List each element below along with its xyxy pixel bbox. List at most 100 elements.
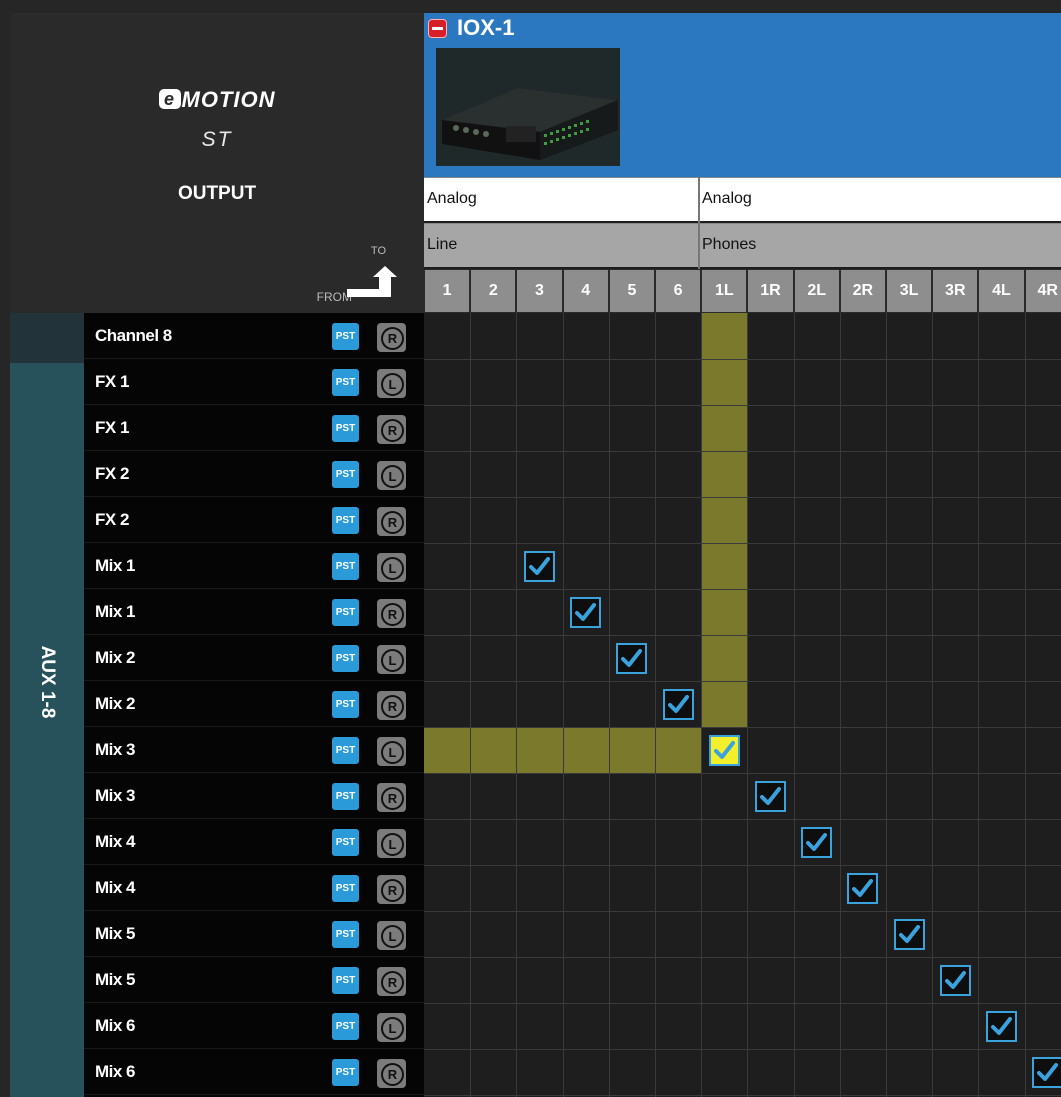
grid-column-line [793,313,795,1097]
column-header-2r[interactable]: 2R [840,270,885,312]
route-checkbox[interactable] [986,1010,1017,1042]
pst-button[interactable]: PST [332,507,359,534]
left-channel-icon[interactable]: L [377,369,406,398]
pst-button[interactable]: PST [332,1059,359,1086]
source-row-label: FX 1 [95,418,129,437]
pst-button[interactable]: PST [332,737,359,764]
remove-device-icon[interactable] [428,19,447,38]
right-channel-icon[interactable]: R [377,875,406,904]
route-checkbox[interactable] [801,826,833,858]
bus-group-phones: Phones [699,223,1061,267]
pst-button[interactable]: PST [332,921,359,948]
routing-grid[interactable] [424,313,1061,1097]
grid-column-line [516,313,518,1097]
grid-row-line [424,957,1061,958]
route-checkbox[interactable] [524,550,555,582]
device-image [436,48,620,166]
pst-button[interactable]: PST [332,645,359,672]
right-channel-icon[interactable]: R [377,415,406,444]
checkmark-icon [852,878,874,897]
grid-column-line [747,313,749,1097]
pst-button[interactable]: PST [332,783,359,810]
left-channel-icon[interactable]: L [377,737,406,766]
to-from-arrow-icon [347,266,397,297]
right-channel-icon[interactable]: R [377,783,406,812]
checkmark-icon [713,740,735,759]
column-header-1[interactable]: 1 [425,270,470,312]
route-checkbox[interactable] [893,918,925,950]
source-row-label: Mix 5 [95,970,136,989]
left-channel-icon[interactable]: L [377,645,406,674]
column-header-4[interactable]: 4 [563,270,608,312]
column-header-1r[interactable]: 1R [748,270,793,312]
grid-column-line [886,313,887,1097]
aux-group-strip [10,363,84,1097]
source-row: Mix 2 PST L [84,635,424,681]
column-header-3r[interactable]: 3R [933,270,978,312]
source-row-label: Mix 2 [95,694,136,713]
right-channel-icon[interactable]: R [377,691,406,720]
column-header-1l[interactable]: 1L [702,270,747,312]
grid-row-line [424,635,1061,636]
grid-row-line [424,1095,1061,1096]
source-row: Mix 5 PST L [84,911,424,957]
route-checkbox[interactable] [570,596,602,628]
left-channel-icon[interactable]: L [377,553,406,582]
column-header-4l[interactable]: 4L [979,270,1024,312]
logo-subtitle: ST [201,128,233,151]
right-channel-icon[interactable]: R [377,599,406,628]
pst-button[interactable]: PST [332,829,359,856]
pst-button[interactable]: PST [332,1013,359,1040]
pst-button[interactable]: PST [332,967,359,994]
grid-row-line [424,1003,1061,1004]
left-channel-icon[interactable]: L [377,1013,406,1042]
source-row: Mix 5 PST R [84,957,424,1003]
output-header: e MOTION ST OUTPUT TO FROM [10,13,424,313]
grid-column-line [978,313,980,1097]
section-title: OUTPUT [177,183,257,204]
route-checkbox[interactable] [662,688,694,720]
route-checkbox[interactable] [1032,1056,1061,1088]
route-checkbox[interactable] [939,964,971,996]
column-header-3[interactable]: 3 [517,270,562,312]
column-header-2l[interactable]: 2L [794,270,839,312]
source-row-label: Mix 4 [95,832,136,851]
pst-button[interactable]: PST [332,323,359,350]
grid-row-line [424,497,1061,498]
column-header-6[interactable]: 6 [656,270,701,312]
left-channel-icon[interactable]: L [377,921,406,950]
column-header-3l[interactable]: 3L [887,270,932,312]
grid-column-line [562,313,564,1097]
device-name: IOX-1 [457,15,515,40]
route-checkbox[interactable] [616,642,648,674]
column-header-2[interactable]: 2 [471,270,516,312]
left-channel-icon[interactable]: L [377,461,406,490]
route-checkbox[interactable] [755,780,786,812]
checkmark-icon [991,1016,1012,1035]
right-channel-icon[interactable]: R [377,967,406,996]
column-header-5[interactable]: 5 [609,270,654,312]
pst-button[interactable]: PST [332,415,359,442]
pst-button[interactable]: PST [332,553,359,580]
source-row: Mix 4 PST L [84,819,424,865]
pst-button[interactable]: PST [332,599,359,626]
route-checkbox[interactable] [847,872,879,904]
right-channel-icon[interactable]: R [377,507,406,536]
pst-button[interactable]: PST [332,369,359,396]
bus-type-analog-phones: Analog [699,177,1061,221]
source-row-label: Mix 3 [95,740,136,759]
device-header: IOX-1 [424,13,1061,177]
right-channel-icon[interactable]: R [377,323,406,352]
pst-button[interactable]: PST [332,461,359,488]
right-channel-icon[interactable]: R [377,1059,406,1088]
route-checkbox[interactable] [708,734,740,766]
grid-row-line [424,359,1061,360]
source-row: Mix 1 PST R [84,589,424,635]
source-row-label: FX 1 [95,372,129,391]
grid-row-line [424,773,1061,774]
pst-button[interactable]: PST [332,875,359,902]
selection-column-highlight [702,313,748,727]
column-header-4r[interactable]: 4R [1025,270,1061,312]
pst-button[interactable]: PST [332,691,359,718]
left-channel-icon[interactable]: L [377,829,406,858]
